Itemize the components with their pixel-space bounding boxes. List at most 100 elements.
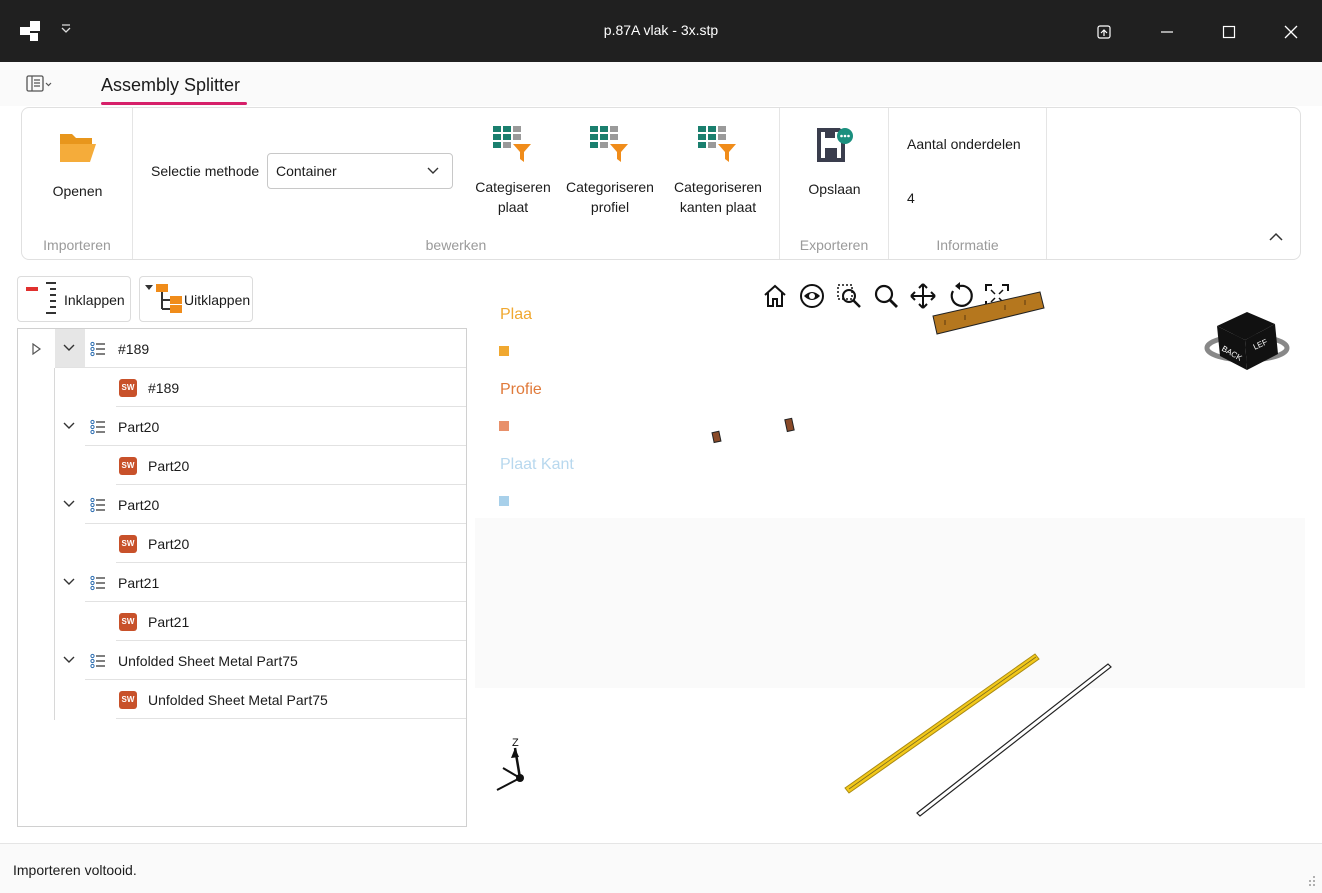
solidworks-part-icon: SW (119, 457, 137, 475)
ribbon-group-informatie: Aantal onderdelen 4 Informatie (889, 108, 1047, 259)
axis-z-label: Z (512, 737, 519, 749)
collapse-all-button[interactable]: Inklappen (17, 276, 131, 322)
category-filter-icon (590, 126, 628, 162)
tree-item-label: #189 (118, 341, 150, 357)
selectie-methode-select[interactable]: Container (267, 153, 453, 189)
chevron-down-icon[interactable] (62, 419, 76, 433)
selectie-methode-label: Selectie methode (151, 163, 260, 179)
expand-all-label: Uitklappen (184, 292, 251, 308)
group-label-importeren: Importeren (43, 237, 111, 253)
ribbon: Openen Importeren Selectie methode Conta… (21, 107, 1301, 260)
chevron-down-icon[interactable] (62, 497, 76, 511)
chevron-down-icon[interactable] (62, 653, 76, 667)
restore-window-icon[interactable] (1090, 18, 1118, 46)
window-title: p.87A vlak - 3x.stp (603, 22, 719, 38)
open-button-label: Openen (52, 183, 103, 199)
tree-item-label: Part20 (148, 458, 190, 474)
chevron-down-icon (427, 167, 439, 174)
axis-triad (496, 747, 524, 791)
strip-part-outline (916, 663, 1112, 817)
tree-row-part[interactable]: SW #189 (18, 368, 466, 407)
categoriseren-profiel-label-2: profiel (590, 199, 630, 215)
save-icon (816, 128, 853, 162)
categoriseren-kanten-label: Categoriseren (674, 179, 762, 195)
chevron-down-icon[interactable] (62, 575, 76, 589)
categoriseren-plaat-label-2: plaat (497, 199, 529, 215)
categoriseren-kanten-plaat-button[interactable]: Categoriseren kanten plaat (663, 124, 773, 217)
solidworks-part-icon: SW (119, 691, 137, 709)
tree-item-label: #189 (148, 380, 180, 396)
tree-item-label: Unfolded Sheet Metal Part75 (148, 692, 328, 708)
tree-row-part[interactable]: SW Part20 (18, 524, 466, 563)
tree-item-label: Part21 (118, 575, 160, 591)
categoriseren-kanten-label-2: kanten plaat (679, 199, 757, 215)
solidworks-part-icon: SW (119, 535, 137, 553)
solidworks-part-icon: SW (119, 613, 137, 631)
maximize-button[interactable] (1215, 18, 1243, 46)
assembly-tree: #189 SW #189 Part20 SW Part20 Part20 SW … (17, 328, 467, 827)
tree-item-label: Part21 (148, 614, 190, 630)
categoriseren-profiel-label: Categoriseren (566, 179, 654, 195)
tree-row-part[interactable]: SW Part21 (18, 602, 466, 641)
tree-item-label: Part20 (148, 536, 190, 552)
tree-row-part[interactable]: SW Unfolded Sheet Metal Part75 (18, 680, 466, 719)
status-bar: Importeren voltooid. (0, 843, 1322, 893)
active-tab-indicator (101, 102, 247, 105)
save-button-label: Opslaan (808, 181, 861, 197)
assembly-list-icon (90, 341, 105, 357)
close-button[interactable] (1277, 18, 1305, 46)
solidworks-part-icon: SW (119, 379, 137, 397)
collapse-all-label: Inklappen (64, 292, 125, 308)
expand-tree-icon (145, 284, 182, 313)
profile-part-a (711, 430, 722, 444)
tree-row-parent[interactable]: Unfolded Sheet Metal Part75 (18, 641, 466, 680)
3d-viewport[interactable]: Plaa Profie Plaat Kant Z BACK LEF (475, 268, 1305, 828)
selectie-methode-value: Container (276, 163, 337, 179)
collapse-tree-icon (26, 282, 56, 314)
status-text: Importeren voltooid. (13, 862, 137, 878)
tab-assembly-splitter[interactable]: Assembly Splitter (101, 75, 240, 96)
tab-bar: Assembly Splitter (0, 62, 1322, 106)
categoriseren-plaat-label: Categiseren (475, 179, 551, 195)
tree-item-label: Part20 (118, 419, 160, 435)
minimize-button[interactable] (1153, 18, 1181, 46)
tree-item-label: Unfolded Sheet Metal Part75 (118, 653, 298, 669)
collapse-ribbon-icon[interactable] (1268, 231, 1284, 243)
assembly-list-icon (90, 497, 105, 513)
ribbon-group-bewerken: Selectie methode Container Categiseren p… (133, 108, 780, 259)
tree-row-part[interactable]: SW Part20 (18, 446, 466, 485)
resize-grip-icon[interactable] (1306, 875, 1316, 887)
plate-part-top (932, 291, 1045, 335)
category-filter-icon (493, 126, 531, 162)
app-menu-icon[interactable] (26, 74, 54, 94)
aantal-onderdelen-label: Aantal onderdelen (907, 136, 1021, 152)
group-label-informatie: Informatie (936, 237, 999, 253)
categoriseren-profiel-button[interactable]: Categoriseren profiel (560, 124, 660, 217)
assembly-list-icon (90, 419, 105, 435)
ribbon-group-exporteren: Opslaan Exporteren (780, 108, 889, 259)
save-button[interactable]: Opslaan (780, 126, 889, 199)
category-filter-icon (698, 126, 736, 162)
tree-row-parent[interactable]: Part20 (18, 485, 466, 524)
profile-part-b (784, 417, 795, 433)
tree-item-label: Part20 (118, 497, 160, 513)
expand-arrow-icon[interactable] (32, 343, 42, 355)
chevron-down-icon[interactable] (62, 341, 76, 355)
assembly-list-icon (90, 575, 105, 591)
group-label-exporteren: Exporteren (799, 237, 869, 253)
aantal-onderdelen-value: 4 (907, 190, 915, 206)
view-cube[interactable]: BACK LEF (1204, 312, 1290, 370)
title-bar: p.87A vlak - 3x.stp (0, 0, 1322, 62)
ribbon-group-importeren: Openen Importeren (22, 108, 133, 259)
row-separator (116, 718, 466, 719)
tree-row-parent[interactable]: #189 (18, 329, 466, 368)
categoriseren-plaat-button[interactable]: Categiseren plaat (463, 124, 563, 217)
expand-all-button[interactable]: Uitklappen (139, 276, 253, 322)
folder-open-icon (59, 134, 96, 162)
group-label-bewerken: bewerken (425, 237, 487, 253)
assembly-list-icon (90, 653, 105, 669)
tree-row-parent[interactable]: Part21 (18, 563, 466, 602)
open-button[interactable]: Openen (22, 128, 133, 201)
tree-row-parent[interactable]: Part20 (18, 407, 466, 446)
strip-part-yellow (844, 653, 1040, 794)
